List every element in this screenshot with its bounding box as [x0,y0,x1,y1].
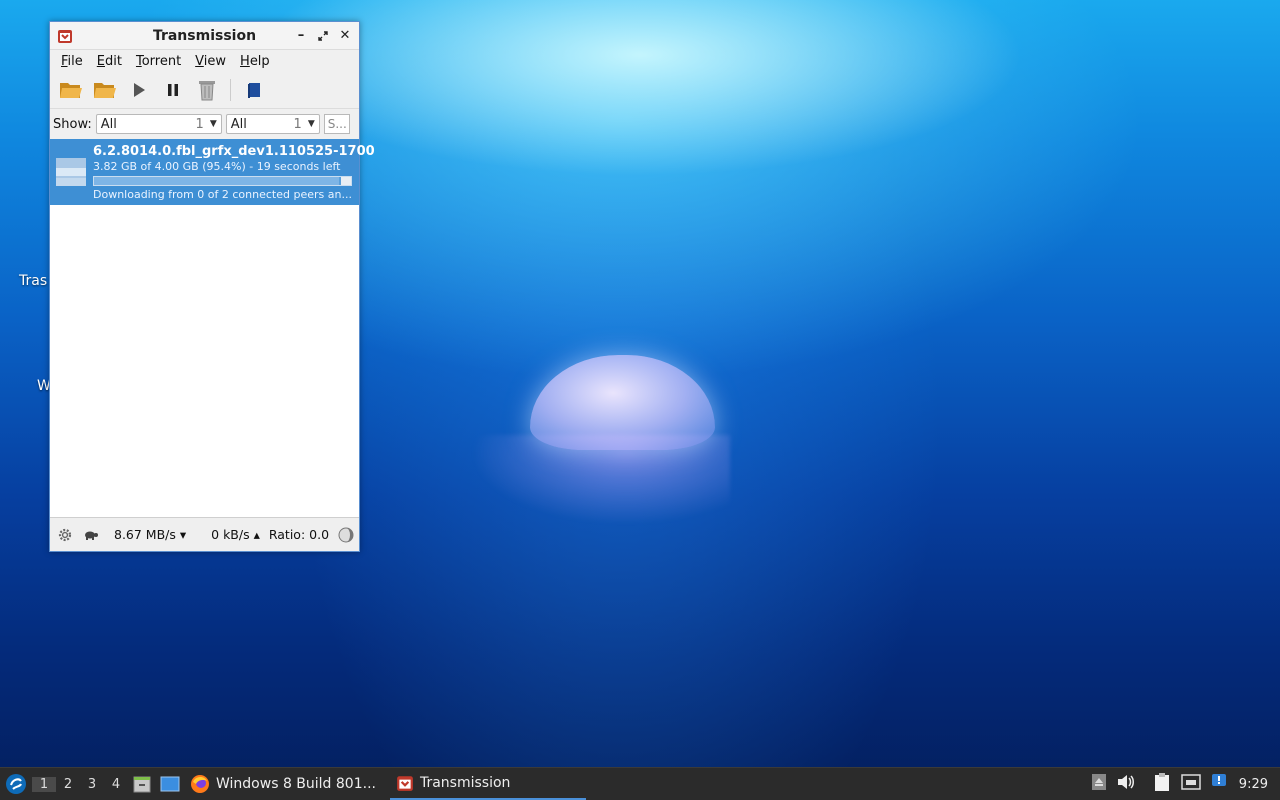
folder-open-icon [60,83,82,98]
show-label: Show: [53,116,92,132]
ratio-label[interactable]: Ratio: 0.0 [269,527,329,542]
network-button[interactable] [1181,774,1201,794]
play-icon [134,83,145,97]
eject-icon [1091,774,1106,790]
desktop-icon [160,776,180,792]
options-button[interactable] [56,526,74,544]
menubar: File Edit Torrent View Help [50,50,359,72]
clipboard-icon [1154,773,1169,791]
info-notification-icon [1211,774,1226,786]
torrent-name: 6.2.8014.0.fbl_grfx_dev1.110525-1700 [93,144,375,159]
file-cabinet-icon [133,776,151,793]
transmission-icon [58,29,72,43]
chevron-down-icon: ▼ [307,119,315,129]
torrent-progress-text: 3.82 GB of 4.00 GB (95.4%) - 19 seconds … [93,160,341,173]
transmission-icon [397,776,413,791]
trash-icon [199,81,215,101]
desktop-icon-label-transmission[interactable]: Tras [19,273,47,289]
menu-view[interactable]: View [188,54,233,69]
jellyfish-wallpaper [470,355,730,530]
ratio-icon [338,527,354,542]
torrent-progress-fill [94,177,340,185]
task-transmission[interactable]: Transmission [389,768,586,800]
network-icon [1181,774,1201,790]
menu-edit[interactable]: Edit [90,54,129,69]
start-menu-button[interactable] [0,768,32,800]
start-button[interactable] [124,75,154,105]
workspace-2[interactable]: 2 [56,777,80,792]
activity-filter-combo[interactable]: All 1 ▼ [95,114,222,134]
toolbar [50,72,359,109]
workspace-3[interactable]: 3 [80,777,104,792]
pause-icon [168,84,178,96]
filterbar: Show: All 1 ▼ All 1 ▼ S... [50,109,359,140]
torrent-progress-remaining [341,177,351,185]
toolbar-separator [230,79,231,101]
transmission-window: Transmission – ✕ File Edit Torrent View … [49,21,375,552]
turtle-mode-button[interactable] [82,526,100,544]
lubuntu-logo-icon [6,774,26,794]
open-url-button[interactable] [90,75,120,105]
ratio-mode-button[interactable] [337,526,355,544]
chevron-down-icon: ▼ [209,119,217,129]
workspace-1[interactable]: 1 [32,776,56,792]
properties-icon [248,83,260,98]
notifications-button[interactable] [1211,773,1229,795]
file-archive-icon [56,158,86,186]
torrent-list: 6.2.8014.0.fbl_grfx_dev1.110525-1700 3.8… [50,139,375,517]
task-firefox-label: Windows 8 Build 801... [216,776,376,792]
activity-filter-count: 1 [195,116,204,132]
volume-button[interactable] [1117,774,1135,794]
gear-icon [58,528,72,541]
clipboard-button[interactable] [1153,772,1171,796]
download-speed[interactable]: 8.67 MB/s ▾ [114,527,186,542]
torrent-progress-bar [93,176,352,186]
tracker-filter-count: 1 [293,116,302,132]
torrent-status: Downloading from 0 of 2 connected peers … [93,188,352,201]
menu-file[interactable]: File [54,54,90,69]
pause-button[interactable] [158,75,188,105]
menu-help[interactable]: Help [233,54,277,69]
titlebar[interactable]: Transmission – ✕ [50,22,359,50]
remove-button[interactable] [192,75,222,105]
workspace-4[interactable]: 4 [104,777,128,792]
tray-indicator[interactable] [1091,773,1107,795]
maximize-button[interactable] [315,28,331,44]
menu-torrent[interactable]: Torrent [129,54,188,69]
open-torrent-button[interactable] [56,75,86,105]
minimize-button[interactable]: – [293,28,309,44]
maximize-icon [318,30,328,41]
firefox-icon [191,775,209,793]
task-firefox[interactable]: Windows 8 Build 801... [184,768,382,800]
system-tray: 9:29 [1091,772,1280,796]
close-button[interactable]: ✕ [337,28,353,44]
statusbar: 8.67 MB/s ▾ 0 kB/s ▴ Ratio: 0.0 [50,517,359,551]
tracker-filter-combo[interactable]: All 1 ▼ [225,114,320,134]
taskbar: 1 2 3 4 Windows 8 Build 801... Transmiss… [0,767,1280,800]
torrent-row[interactable]: 6.2.8014.0.fbl_grfx_dev1.110525-1700 3.8… [50,139,375,205]
tracker-filter-value: All [230,116,247,132]
upload-speed[interactable]: 0 kB/s ▴ [211,527,260,542]
clock[interactable]: 9:29 [1239,777,1268,792]
task-transmission-label: Transmission [419,775,511,791]
volume-icon [1117,775,1134,789]
file-manager-launcher[interactable] [128,768,156,800]
turtle-icon [85,531,98,540]
activity-filter-value: All [100,116,117,132]
properties-button[interactable] [239,75,269,105]
show-desktop-button[interactable] [156,768,184,800]
search-input[interactable]: S... [323,114,350,134]
workspace-switcher: 1 2 3 4 [32,768,128,800]
folder-icon [94,83,116,98]
